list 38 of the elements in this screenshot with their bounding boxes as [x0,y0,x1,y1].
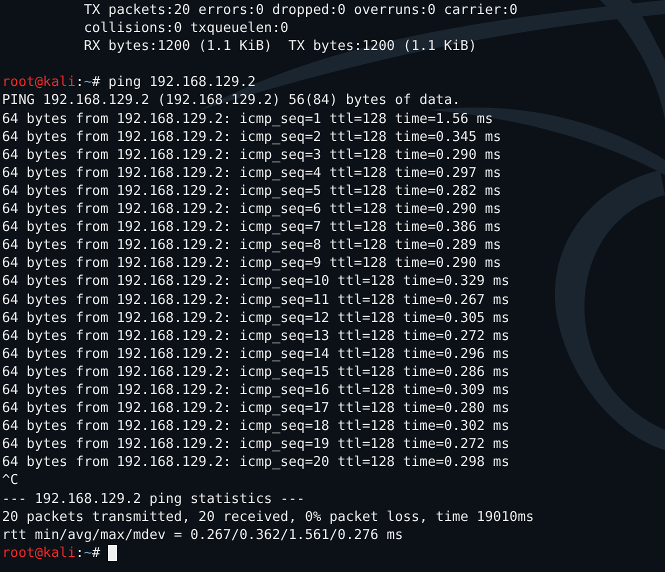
output-line: 64 bytes from 192.168.129.2: icmp_seq=2 ttl=128 time=0.345 ms [2,128,502,146]
output-line: TX packets:20 errors:0 dropped:0 overruns:0 carrier:0 [84,1,518,20]
output-line: 64 bytes from 192.168.129.2: icmp_seq=4 ttl=128 time=0.297 ms [2,164,502,182]
output-line: 64 bytes from 192.168.129.2: icmp_seq=9 ttl=128 time=0.290 ms [2,254,502,272]
prompt-user: root@kali [2,544,76,562]
output-line: 64 bytes from 192.168.129.2: icmp_seq=5 ttl=128 time=0.282 ms [2,182,502,200]
prompt-symbol: # [92,73,100,92]
output-line: 64 bytes from 192.168.129.2: icmp_seq=16 ttl=128 time=0.309 ms [2,380,510,400]
output-line: 64 bytes from 192.168.129.2: icmp_seq=12 ttl=128 time=0.305 ms [2,308,510,327]
command-text: ping 192.168.129.2 [108,73,256,92]
text-cursor[interactable] [108,544,118,561]
output-line: RX bytes:1200 (1.1 KiB) TX bytes:1200 (1.1 KiB) [84,37,477,56]
output-line: 20 packets transmitted, 20 received, 0% packet loss, time 19010ms [2,508,534,526]
output-line: 64 bytes from 192.168.129.2: icmp_seq=15 ttl=128 time=0.286 ms [2,362,510,381]
prompt-separator: : [76,73,84,92]
output-line: 64 bytes from 192.168.129.2: icmp_seq=10 ttl=128 time=0.329 ms [2,272,510,290]
prompt-path: ~ [84,73,92,92]
output-line: 64 bytes from 192.168.129.2: icmp_seq=19 ttl=128 time=0.272 ms [2,435,510,454]
output-line: PING 192.168.129.2 (192.168.129.2) 56(84) bytes of data. [2,91,460,110]
prompt-separator: : [76,544,84,562]
output-line: ^C [2,471,18,490]
output-line: 64 bytes from 192.168.129.2: icmp_seq=6 ttl=128 time=0.290 ms [2,200,502,218]
output-line: 64 bytes from 192.168.129.2: icmp_seq=18 ttl=128 time=0.302 ms [2,417,510,436]
output-line: rtt min/avg/max/mdev = 0.267/0.362/1.561/0.276 ms [2,526,404,544]
output-line: 64 bytes from 192.168.129.2: icmp_seq=8 ttl=128 time=0.289 ms [2,236,502,254]
output-line: 64 bytes from 192.168.129.2: icmp_seq=20 ttl=128 time=0.298 ms [2,453,510,472]
output-line: 64 bytes from 192.168.129.2: icmp_seq=1 ttl=128 time=1.56 ms [2,110,494,128]
output-line: 64 bytes from 192.168.129.2: icmp_seq=14 ttl=128 time=0.296 ms [2,344,510,363]
output-line: 64 bytes from 192.168.129.2: icmp_seq=7 ttl=128 time=0.386 ms [2,218,502,236]
prompt-user: root@kali [2,73,76,92]
output-line: --- 192.168.129.2 ping statistics --- [2,490,305,508]
output-line: 64 bytes from 192.168.129.2: icmp_seq=3 ttl=128 time=0.290 ms [2,146,502,164]
output-line: 64 bytes from 192.168.129.2: icmp_seq=11 ttl=128 time=0.267 ms [2,290,510,309]
output-line: 64 bytes from 192.168.129.2: icmp_seq=17 ttl=128 time=0.280 ms [2,399,510,418]
prompt-path: ~ [84,544,92,562]
output-line: collisions:0 txqueuelen:0 [84,19,288,38]
prompt-symbol: # [92,544,100,562]
output-line: 64 bytes from 192.168.129.2: icmp_seq=13 ttl=128 time=0.272 ms [2,326,510,345]
